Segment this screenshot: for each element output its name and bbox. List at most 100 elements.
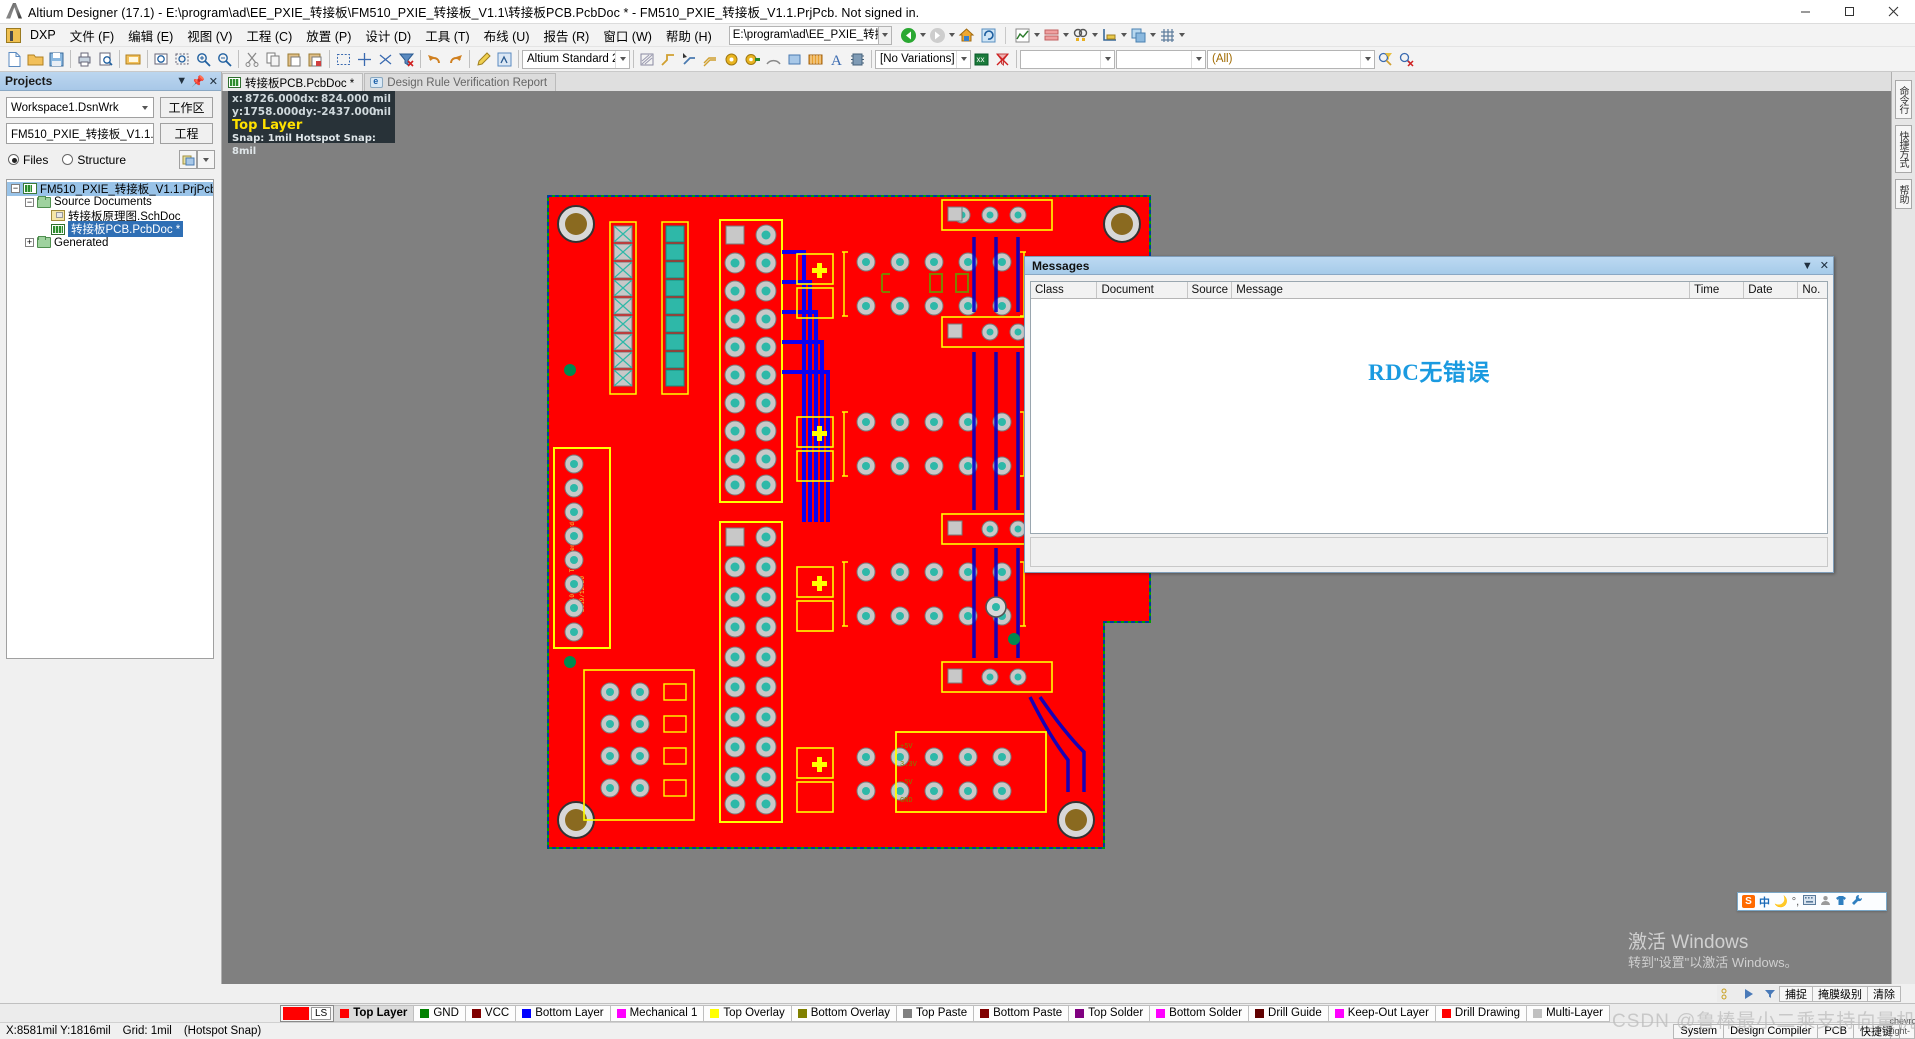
route-icon[interactable] — [658, 49, 679, 70]
project-tree[interactable]: − FM510_PXIE_转接板_V1.1.PrjPcb − Source Do… — [6, 179, 214, 659]
column-source[interactable]: Source — [1188, 282, 1233, 298]
bom-dropdown-icon[interactable] — [1062, 33, 1069, 37]
refresh-icon[interactable] — [978, 25, 999, 46]
filter-find-icon[interactable] — [1375, 49, 1396, 70]
polygon-pour-icon[interactable] — [637, 49, 658, 70]
menu-edit[interactable]: 编辑 (E) — [121, 24, 180, 47]
menu-window[interactable]: 窗口 (W) — [596, 24, 659, 47]
zoom-out-icon[interactable] — [214, 49, 235, 70]
keyboard-icon[interactable] — [1803, 895, 1817, 908]
column-message[interactable]: Message — [1232, 282, 1691, 298]
layer-tab-top-layer[interactable]: Top Layer — [334, 1004, 415, 1022]
component-icon[interactable] — [847, 49, 868, 70]
forward-icon[interactable] — [927, 25, 948, 46]
undo-icon[interactable] — [424, 49, 445, 70]
tree-item-generated[interactable]: + Generated — [7, 236, 213, 250]
filter-select[interactable]: (All) — [1207, 49, 1375, 69]
new-document-icon[interactable] — [4, 49, 25, 70]
clear-button[interactable]: 清除 — [1867, 985, 1901, 1002]
vtab-command-line[interactable]: 命令行 — [1895, 80, 1912, 119]
menu-file[interactable]: 文件 (F) — [63, 24, 121, 47]
messages-rows[interactable] — [1031, 299, 1827, 533]
select-area-icon[interactable] — [333, 49, 354, 70]
back-icon[interactable] — [898, 25, 919, 46]
close-icon[interactable]: ✕ — [209, 75, 218, 88]
print-preview-icon[interactable] — [95, 49, 116, 70]
view-mode-select[interactable]: Altium Standard 2D — [522, 49, 630, 69]
ls-label[interactable]: LS — [311, 1006, 332, 1020]
clear-filter-icon[interactable] — [396, 49, 417, 70]
minimize-button[interactable] — [1783, 0, 1827, 24]
menu-help[interactable]: 帮助 (H) — [659, 24, 719, 47]
tree-item-project[interactable]: − FM510_PXIE_转接板_V1.1.PrjPcb — [7, 182, 213, 196]
snap-options-icon[interactable] — [1717, 983, 1738, 1004]
variations-dropdown-icon[interactable] — [956, 50, 970, 68]
menu-design[interactable]: 设计 (D) — [358, 24, 418, 47]
forward-dropdown-icon[interactable] — [948, 33, 955, 37]
filter-clear-icon[interactable] — [1396, 49, 1417, 70]
empty-select-1-dropdown-icon[interactable] — [1100, 50, 1114, 68]
status-tab-system[interactable]: System — [1673, 1023, 1725, 1039]
copy-icon[interactable] — [263, 49, 284, 70]
chevron-down-icon[interactable]: ▼ — [176, 75, 187, 87]
column-time[interactable]: Time — [1690, 282, 1745, 298]
column-document[interactable]: Document — [1097, 282, 1188, 298]
filter-dropdown-icon[interactable] — [1360, 50, 1374, 68]
menu-reports[interactable]: 报告 (R) — [536, 24, 596, 47]
via-icon[interactable] — [742, 49, 763, 70]
paste-special-icon[interactable] — [305, 49, 326, 70]
structure-radio[interactable] — [62, 154, 74, 165]
paste-icon[interactable] — [284, 49, 305, 70]
sogou-logo-icon[interactable]: S — [1742, 895, 1755, 908]
vtab-shortcuts[interactable]: 快捷方式 — [1895, 125, 1912, 173]
back-dropdown-icon[interactable] — [919, 33, 926, 37]
chevron-down-icon[interactable]: ▼ — [1802, 260, 1813, 272]
open-project-icon[interactable] — [123, 49, 144, 70]
layer-tab-mechanical-1[interactable]: Mechanical 1 — [610, 1004, 705, 1022]
project-button[interactable]: 工程 — [160, 123, 213, 144]
panel-options-icon[interactable] — [179, 150, 197, 169]
filter-icon[interactable] — [1759, 983, 1780, 1004]
grid-dropdown-icon[interactable] — [1178, 33, 1185, 37]
messages-grid[interactable]: Class Document Source Message Time Date … — [1030, 281, 1828, 534]
layer-tab-keep-out-layer[interactable]: Keep-Out Layer — [1328, 1004, 1436, 1022]
layer-tab-gnd[interactable]: GND — [414, 1004, 466, 1022]
layer-tab-top-paste[interactable]: Top Paste — [896, 1004, 975, 1022]
move-icon[interactable] — [354, 49, 375, 70]
close-button[interactable] — [1871, 0, 1915, 24]
mask-level-button[interactable]: 掩膜级别 — [1812, 985, 1868, 1002]
layer-tab-top-overlay[interactable]: Top Overlay — [704, 1004, 792, 1022]
tools-icon[interactable] — [1851, 894, 1863, 909]
layer-set-selector[interactable]: LS — [280, 1004, 335, 1022]
cursor-icon[interactable] — [1738, 983, 1759, 1004]
menu-place[interactable]: 放置 (P) — [299, 24, 358, 47]
empty-select-2[interactable] — [1116, 49, 1206, 69]
cross-probe-icon[interactable] — [375, 49, 396, 70]
expander-icon[interactable]: − — [25, 197, 34, 207]
measure-dropdown-icon[interactable] — [1120, 33, 1127, 37]
column-class[interactable]: Class — [1031, 282, 1098, 298]
column-date[interactable]: Date — [1744, 282, 1799, 298]
print-icon[interactable] — [74, 49, 95, 70]
redo-icon[interactable] — [445, 49, 466, 70]
zoom-window-icon[interactable] — [172, 49, 193, 70]
empty-select-2-dropdown-icon[interactable] — [1191, 50, 1205, 68]
menu-dxp[interactable]: DXP — [23, 26, 63, 44]
menu-project[interactable]: 工程 (C) — [239, 24, 299, 47]
edit-icon[interactable] — [473, 49, 494, 70]
browse-icon[interactable] — [494, 49, 515, 70]
layer-tab-drill-drawing[interactable]: Drill Drawing — [1435, 1004, 1528, 1022]
find-dropdown-icon[interactable] — [1091, 33, 1098, 37]
layer-tab-bottom-paste[interactable]: Bottom Paste — [974, 1004, 1070, 1022]
differential-pair-icon[interactable] — [700, 49, 721, 70]
layer-tab-bottom-layer[interactable]: Bottom Layer — [516, 1004, 611, 1022]
address-input[interactable]: E:\program\ad\EE_PXIE_转接板\ — [728, 25, 879, 45]
close-icon[interactable]: ✕ — [1820, 259, 1829, 272]
expander-icon[interactable]: + — [25, 238, 34, 248]
workspace-select[interactable]: Workspace1.DsnWrk — [6, 97, 154, 118]
grid-icon[interactable] — [1157, 25, 1178, 46]
layer-tab-drill-guide[interactable]: Drill Guide — [1249, 1004, 1329, 1022]
view-mode-dropdown-icon[interactable] — [615, 50, 629, 68]
zoom-in-icon[interactable] — [193, 49, 214, 70]
pad-icon[interactable] — [721, 49, 742, 70]
